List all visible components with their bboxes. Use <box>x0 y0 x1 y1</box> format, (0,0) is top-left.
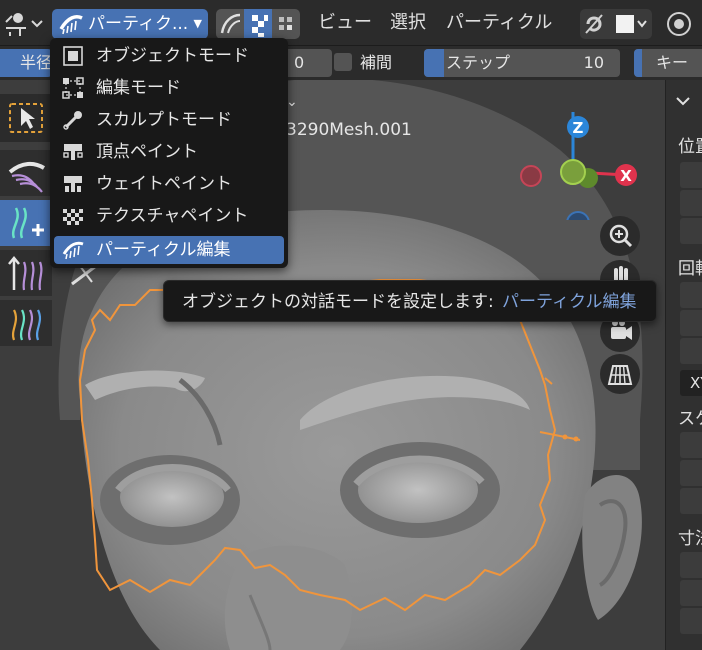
zoom-icon <box>609 224 633 248</box>
sidebar-transform-panel: 位置 回転 XY スケ 寸法 <box>665 80 702 650</box>
point-select-mode-button[interactable] <box>244 9 272 39</box>
sculpt-mode-icon <box>63 111 82 130</box>
location-z-field[interactable] <box>680 218 702 244</box>
comb-tool[interactable] <box>0 150 52 196</box>
tooltip-value: パーティクル編集 <box>502 292 637 312</box>
rotation-y-field[interactable] <box>680 310 702 336</box>
viewport-shading-icon[interactable] <box>664 9 694 39</box>
select-box-icon <box>9 103 43 133</box>
chevron-down-icon: ▼ <box>193 17 202 30</box>
dimensions-z-field[interactable] <box>680 608 702 634</box>
overlay-dropdown[interactable] <box>580 9 652 39</box>
menu-item-vertex-paint[interactable]: 頂点ペイント <box>54 138 284 166</box>
menu-item-sculpt-mode[interactable]: スカルプトモード <box>54 106 284 134</box>
menu-item-label: パーティクル編集 <box>96 240 231 260</box>
step-value: 10 <box>583 53 604 72</box>
svg-text:Z: Z <box>573 119 584 137</box>
length-icon <box>8 256 43 291</box>
dimensions-x-field[interactable] <box>680 552 702 578</box>
mode-tooltip: オブジェクトの対話モードを設定します: パーティクル編集 <box>163 280 657 322</box>
vertex-paint-icon <box>63 144 83 160</box>
menu-item-particle-edit[interactable]: パーティクル編集 <box>54 236 284 264</box>
radius-label: 半径 <box>20 53 53 72</box>
menu-item-label: スカルプトモード <box>96 110 232 130</box>
menu-item-label: ウェイトペイント <box>96 174 232 194</box>
comb-icon <box>8 161 46 193</box>
interpolate-label: 補間 <box>360 53 393 72</box>
texture-paint-icon <box>63 209 83 225</box>
dimensions-label: 寸法 <box>678 529 702 549</box>
viewport-object-name: 3290Mesh.001 <box>286 120 412 140</box>
gizmo-neg-x-icon <box>520 165 542 187</box>
menu-item-label: 編集モード <box>96 78 181 98</box>
menu-particle[interactable]: パーティクル <box>446 0 552 46</box>
rotation-mode-dropdown[interactable]: XY <box>680 370 702 396</box>
scale-z-field[interactable] <box>680 488 702 514</box>
puff-tool[interactable] <box>0 300 52 346</box>
weight-paint-icon <box>64 176 82 192</box>
scale-label: スケ <box>678 409 702 429</box>
menu-item-texture-paint[interactable]: テクスチャペイント <box>54 202 284 230</box>
point-select-mode-icon <box>252 15 268 37</box>
rotation-z-field[interactable] <box>680 338 702 364</box>
grid-icon <box>607 365 633 385</box>
gizmo-center-icon <box>560 159 586 185</box>
radius-field[interactable]: 半径 <box>0 49 52 77</box>
menu-item-label: オブジェクトモード <box>96 46 249 66</box>
menu-view[interactable]: ビュー <box>318 0 372 46</box>
key-field[interactable]: キー <box>634 49 702 77</box>
edit-mode-icon <box>62 77 84 99</box>
scale-x-field[interactable] <box>680 432 702 458</box>
svg-text:X: X <box>620 167 632 185</box>
strength-value: 0 <box>294 53 305 72</box>
menu-select[interactable]: 選択 <box>390 0 426 46</box>
collapse-chevron-icon[interactable] <box>674 92 694 110</box>
dimensions-y-field[interactable] <box>680 580 702 606</box>
step-label: ステップ <box>446 53 511 72</box>
gizmo-neg-z-icon <box>566 211 590 220</box>
object-mode-icon <box>63 46 83 66</box>
rotation-x-field[interactable] <box>680 282 702 308</box>
navigation-gizmo[interactable]: Z X <box>510 100 650 220</box>
strength-field[interactable]: 0 <box>288 49 332 77</box>
tooltip-description: オブジェクトの対話モードを設定します: <box>182 292 494 312</box>
length-tool[interactable] <box>0 250 52 296</box>
editor-type-icon[interactable] <box>2 8 46 38</box>
overlay-icons <box>585 14 647 34</box>
particle-edit-icon <box>62 241 84 260</box>
rotation-label: 回転 <box>678 259 702 279</box>
location-y-field[interactable] <box>680 190 702 216</box>
step-field[interactable]: ステップ 10 <box>424 49 620 77</box>
add-tool[interactable] <box>0 200 52 246</box>
tip-select-mode-icon[interactable] <box>272 9 300 39</box>
key-label: キー <box>656 53 689 72</box>
particle-edit-icon <box>59 15 83 35</box>
scale-y-field[interactable] <box>680 460 702 486</box>
select-mode-buttons <box>216 9 300 39</box>
menu-item-weight-paint[interactable]: ウェイトペイント <box>54 170 284 198</box>
menu-item-edit-mode[interactable]: 編集モード <box>54 74 284 102</box>
menu-item-label: テクスチャペイント <box>96 206 249 226</box>
interaction-mode-menu: オブジェクトモード 編集モード スカルプトモード 頂点ペイント ウェイトペイント… <box>50 38 288 268</box>
interpolate-checkbox[interactable] <box>334 53 352 71</box>
location-label: 位置 <box>678 137 702 157</box>
zoom-button[interactable] <box>600 216 640 256</box>
menu-item-label: 頂点ペイント <box>96 142 198 162</box>
interaction-mode-dropdown[interactable]: パーティク... ▼ <box>52 9 208 39</box>
select-box-tool[interactable] <box>0 94 52 142</box>
puff-icon <box>11 309 42 341</box>
location-x-field[interactable] <box>680 162 702 188</box>
add-hair-icon <box>11 207 44 239</box>
menu-item-object-mode[interactable]: オブジェクトモード <box>54 42 284 70</box>
interaction-mode-label: パーティク... <box>88 14 189 34</box>
perspective-toggle-button[interactable] <box>600 354 640 394</box>
